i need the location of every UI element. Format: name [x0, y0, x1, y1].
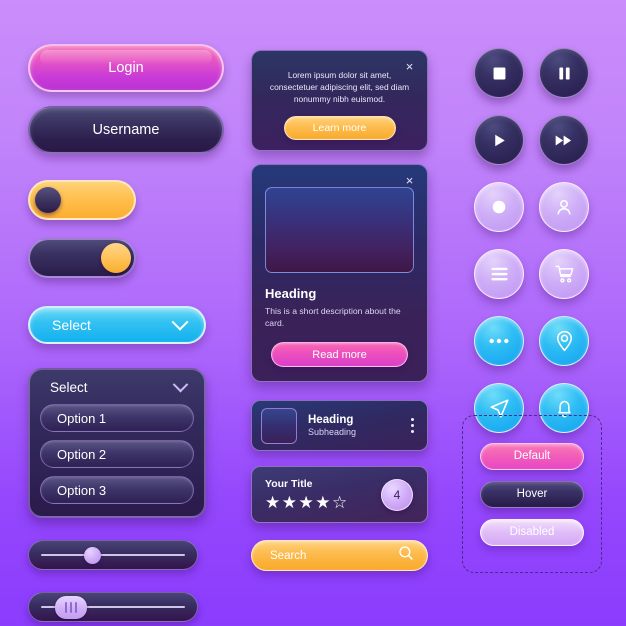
dropdown-option-3[interactable]: Option 3 — [40, 476, 194, 504]
star-filled-icon[interactable]: ★ — [265, 493, 282, 512]
promo-card-body: Lorem ipsum dolor sit amet, consectetuer… — [269, 70, 410, 104]
search-input[interactable]: Search — [251, 540, 428, 571]
cart-icon — [554, 264, 575, 284]
user-button[interactable] — [539, 182, 589, 232]
toggle-knob — [35, 187, 61, 213]
stop-button[interactable] — [474, 48, 524, 98]
play-icon — [491, 132, 508, 149]
star-filled-icon[interactable]: ★ — [282, 493, 299, 512]
learn-more-button-label: Learn more — [312, 122, 367, 134]
slider-thumb[interactable] — [55, 595, 87, 619]
toggle-switch-on[interactable] — [28, 180, 136, 220]
login-button-label: Login — [108, 60, 144, 76]
login-button[interactable]: Login — [28, 44, 224, 92]
dot — [411, 424, 414, 427]
state-hover-button[interactable]: Hover — [480, 480, 584, 508]
play-button[interactable] — [474, 115, 524, 165]
more-options-icon[interactable] — [411, 418, 417, 433]
record-button[interactable] — [474, 182, 524, 232]
slider-bar-thumb[interactable] — [28, 592, 198, 622]
dropdown-header-label: Select — [50, 380, 88, 395]
close-icon[interactable]: × — [402, 173, 417, 188]
dot — [411, 430, 414, 433]
state-disabled-button: Disabled — [480, 518, 584, 546]
card-image-placeholder — [265, 187, 414, 273]
media-card: × Heading This is a short description ab… — [251, 164, 428, 382]
search-input-placeholder: Search — [270, 549, 307, 562]
slider-thumb[interactable] — [84, 546, 101, 564]
star-empty-icon[interactable]: ☆ — [332, 493, 349, 512]
dropdown-option-label: Option 1 — [57, 410, 107, 426]
dropdown-panel: Select Option 1 Option 2 Option 3 — [28, 368, 206, 518]
icon-buttons-column — [474, 48, 589, 433]
ui-kit-canvas: Login Username Select Select Option 1 Op… — [0, 0, 626, 626]
location-pin-icon — [555, 330, 574, 352]
more-icon — [488, 337, 510, 345]
select-dropdown-cyan[interactable]: Select — [28, 306, 206, 344]
dropdown-option-label: Option 3 — [57, 482, 107, 498]
state-disabled-label: Disabled — [509, 526, 555, 538]
read-more-button[interactable]: Read more — [271, 342, 408, 367]
dropdown-header[interactable]: Select — [40, 376, 194, 404]
fast-forward-icon — [554, 132, 574, 149]
toggle-knob — [101, 243, 131, 273]
chevron-down-icon — [171, 313, 189, 331]
cart-button[interactable] — [539, 249, 589, 299]
button-states-group: Default Hover Disabled — [462, 415, 602, 573]
star-filled-icon[interactable]: ★ — [299, 493, 316, 512]
rating-value-badge: 4 — [381, 478, 413, 511]
rating-card: Your Title ★★★★☆ 4 — [251, 466, 428, 523]
username-field[interactable]: Username — [28, 106, 224, 154]
list-item-text: Heading Subheading — [297, 414, 411, 437]
card-description: This is a short description about the ca… — [265, 306, 401, 328]
location-button[interactable] — [539, 316, 589, 366]
menu-button[interactable] — [474, 249, 524, 299]
slider-track — [41, 553, 185, 557]
menu-icon — [490, 266, 509, 282]
rating-card-title: Your Title — [265, 477, 313, 490]
dropdown-option-2[interactable]: Option 2 — [40, 440, 194, 468]
user-icon — [554, 197, 574, 217]
dot — [411, 418, 414, 421]
username-field-label: Username — [92, 122, 160, 138]
select-dropdown-label: Select — [52, 317, 91, 333]
grip-line — [74, 601, 77, 613]
list-item-heading: Heading — [308, 414, 354, 426]
pause-icon — [556, 65, 573, 82]
more-button[interactable] — [474, 316, 524, 366]
dropdown-option-1[interactable]: Option 1 — [40, 404, 194, 432]
cards-column: × Lorem ipsum dolor sit amet, consectetu… — [251, 50, 428, 571]
list-item-thumbnail — [261, 407, 297, 444]
record-icon — [490, 198, 508, 216]
star-rating[interactable]: ★★★★☆ — [265, 493, 349, 512]
promo-card: × Lorem ipsum dolor sit amet, consectetu… — [251, 50, 428, 151]
read-more-button-label: Read more — [312, 348, 367, 361]
rating-card-left: Your Title ★★★★☆ — [265, 478, 349, 512]
search-icon[interactable] — [398, 545, 414, 566]
state-hover-label: Hover — [516, 488, 548, 500]
state-default-label: Default — [513, 450, 551, 462]
chevron-down-icon — [172, 376, 189, 393]
grip-line — [70, 601, 72, 613]
icon-button-grid — [474, 48, 589, 433]
star-filled-icon[interactable]: ★ — [315, 493, 332, 512]
close-icon[interactable]: × — [402, 59, 417, 74]
pause-button[interactable] — [539, 48, 589, 98]
grip-line — [65, 601, 68, 613]
state-default-button[interactable]: Default — [480, 442, 584, 470]
list-item-subheading: Subheading — [308, 427, 357, 437]
slider-round-thumb[interactable] — [28, 540, 198, 570]
toggle-switch-off[interactable] — [28, 238, 136, 278]
dropdown-option-label: Option 2 — [57, 446, 107, 462]
fast-forward-button[interactable] — [539, 115, 589, 165]
learn-more-button[interactable]: Learn more — [283, 116, 396, 140]
stop-icon — [491, 65, 508, 82]
controls-column: Login Username Select Select Option 1 Op… — [28, 44, 224, 622]
card-heading: Heading — [265, 286, 317, 301]
list-item[interactable]: Heading Subheading — [251, 400, 428, 451]
